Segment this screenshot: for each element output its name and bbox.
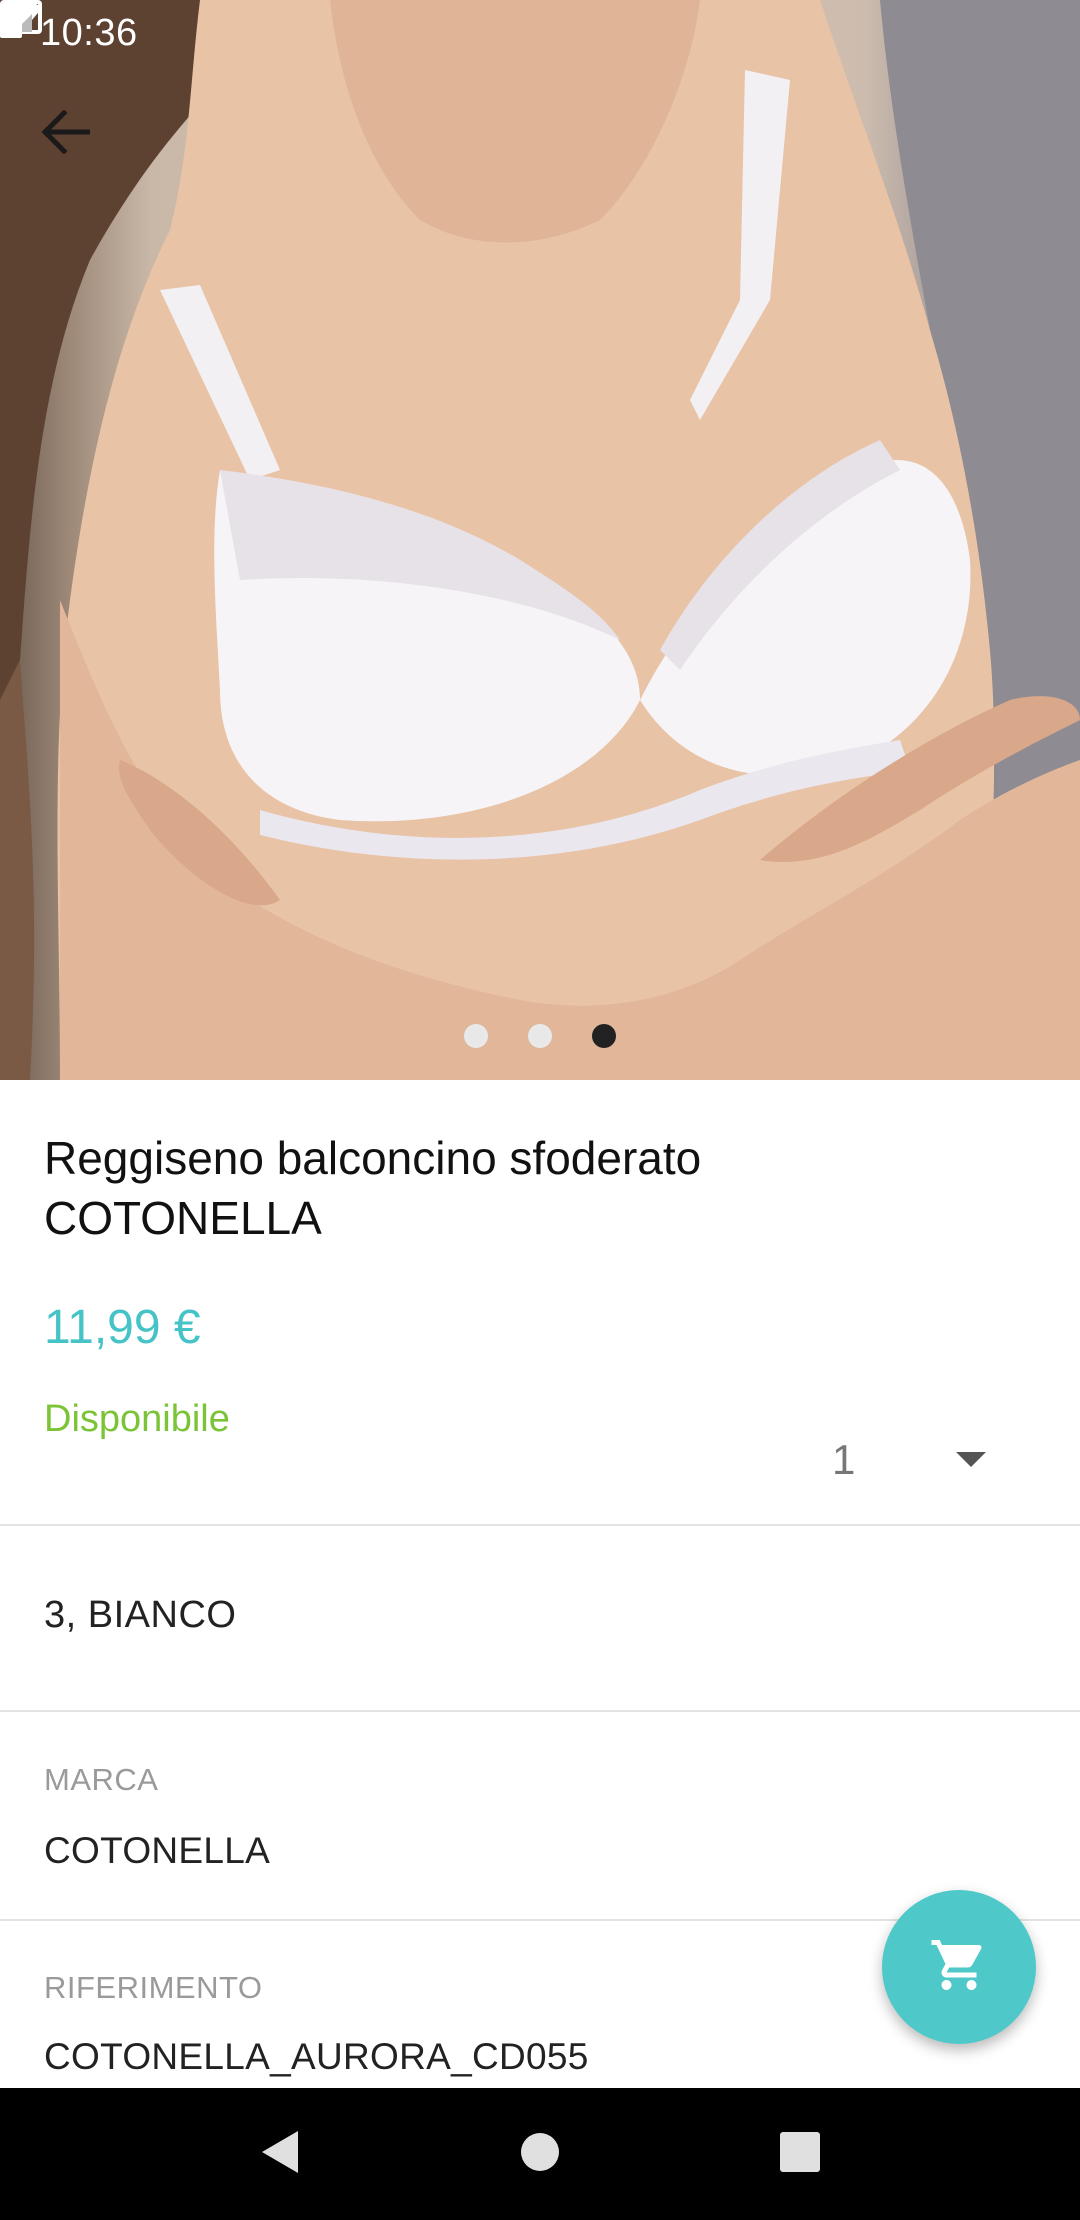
nav-back-button[interactable] bbox=[240, 2114, 320, 2194]
divider bbox=[0, 1710, 1080, 1712]
brand-label: MARCA bbox=[44, 1762, 159, 1797]
nav-home-button[interactable] bbox=[500, 2114, 580, 2194]
quantity-value: 1 bbox=[832, 1436, 856, 1483]
carousel-dot[interactable] bbox=[528, 1024, 552, 1048]
product-detail-screen: 10:36 Reggiseno balconcino sfoderato COT… bbox=[0, 0, 1080, 2220]
dropdown-arrow-icon bbox=[956, 1452, 986, 1467]
triangle-back-icon bbox=[260, 2129, 300, 2180]
divider bbox=[0, 1524, 1080, 1526]
reference-label: RIFERIMENTO bbox=[44, 1970, 263, 2005]
add-to-cart-button[interactable] bbox=[882, 1890, 1036, 2044]
brand-value: COTONELLA bbox=[44, 1830, 271, 1871]
shopping-cart-icon bbox=[929, 1935, 989, 2000]
product-price: 11,99 € bbox=[44, 1301, 201, 1354]
reference-value: COTONELLA_AURORA_CD055 bbox=[44, 2036, 589, 2077]
status-bar: 10:36 bbox=[0, 0, 1080, 66]
carousel-dot[interactable] bbox=[464, 1024, 488, 1048]
product-image-carousel[interactable]: 10:36 bbox=[0, 0, 1080, 1080]
carousel-indicator bbox=[0, 1024, 1080, 1056]
square-recents-icon bbox=[779, 2131, 821, 2178]
product-title: Reggiseno balconcino sfoderato COTONELLA bbox=[44, 1132, 702, 1244]
product-photo bbox=[0, 0, 1080, 1080]
availability-status: Disponibile bbox=[44, 1398, 230, 1440]
variant-selection[interactable]: 3, BIANCO bbox=[44, 1594, 236, 1637]
carousel-dot-active[interactable] bbox=[592, 1024, 616, 1048]
navigation-bar bbox=[0, 2088, 1080, 2220]
nav-recents-button[interactable] bbox=[760, 2114, 840, 2194]
status-time: 10:36 bbox=[40, 11, 138, 54]
quantity-select[interactable]: 1 bbox=[820, 1430, 1020, 1490]
circle-home-icon bbox=[520, 2132, 560, 2177]
back-button[interactable] bbox=[40, 110, 112, 182]
